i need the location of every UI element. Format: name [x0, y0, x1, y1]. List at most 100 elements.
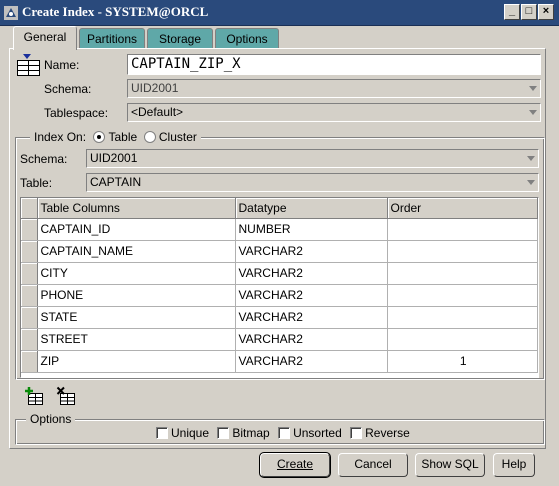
add-column-icon[interactable]: [24, 386, 44, 406]
datatype-cell: VARCHAR2: [235, 350, 388, 373]
title-bar[interactable]: Create Index - SYSTEM@ORCL _ □ ×: [0, 0, 559, 26]
chevron-down-icon: [529, 86, 537, 91]
row-header[interactable]: [21, 284, 38, 307]
row-header[interactable]: [21, 218, 38, 241]
row-header[interactable]: [21, 262, 38, 285]
column-header-order[interactable]: Order: [387, 198, 538, 219]
tab-options[interactable]: Options: [215, 28, 279, 49]
unique-checkbox[interactable]: Unique: [156, 426, 209, 440]
order-cell[interactable]: 1: [387, 350, 538, 373]
cancel-button-label: Cancel: [354, 457, 392, 471]
column-name-cell: CITY: [37, 262, 236, 285]
table-row[interactable]: CAPTAIN_ID NUMBER: [21, 218, 538, 241]
remove-column-icon[interactable]: [56, 386, 76, 406]
order-cell[interactable]: [387, 284, 538, 307]
chevron-down-icon: [527, 180, 535, 185]
column-name-cell: PHONE: [37, 284, 236, 307]
table-value: CAPTAIN: [90, 175, 142, 189]
column-name-cell: STREET: [37, 328, 236, 351]
datatype-cell: VARCHAR2: [235, 306, 388, 329]
tab-general[interactable]: General: [13, 26, 77, 50]
column-header-table-columns[interactable]: Table Columns: [37, 198, 236, 219]
index-icon: [17, 54, 40, 76]
table-row[interactable]: STREET VARCHAR2: [21, 328, 538, 351]
cancel-button[interactable]: Cancel: [338, 453, 408, 477]
close-button[interactable]: ×: [538, 4, 554, 20]
help-button[interactable]: Help: [493, 453, 535, 477]
tab-storage-label: Storage: [158, 32, 202, 46]
schema-select[interactable]: UID2001: [127, 79, 541, 98]
tab-options-label: Options: [226, 32, 268, 46]
row-header[interactable]: [21, 306, 38, 329]
row-header[interactable]: [21, 350, 38, 373]
order-cell[interactable]: [387, 240, 538, 263]
row-header[interactable]: [21, 328, 38, 351]
reverse-checkbox-box[interactable]: [350, 427, 363, 439]
show-sql-button[interactable]: Show SQL: [415, 453, 485, 477]
schema-value: UID2001: [131, 81, 179, 95]
table-row[interactable]: CITY VARCHAR2: [21, 262, 538, 285]
bitmap-checkbox-box[interactable]: [217, 427, 230, 439]
order-cell[interactable]: [387, 306, 538, 329]
radio-cluster[interactable]: [143, 131, 156, 143]
minimize-button[interactable]: _: [504, 4, 520, 20]
bitmap-label: Bitmap: [232, 426, 270, 440]
radio-table[interactable]: [93, 131, 106, 143]
index-schema-select[interactable]: UID2001: [86, 149, 539, 168]
order-cell[interactable]: [387, 262, 538, 285]
row-header[interactable]: [21, 240, 38, 263]
order-cell[interactable]: [387, 328, 538, 351]
table-row[interactable]: STATE VARCHAR2: [21, 306, 538, 329]
tab-partitions-label: Partitions: [86, 32, 138, 46]
table-row[interactable]: CAPTAIN_NAME VARCHAR2: [21, 240, 538, 263]
options-label: Options: [26, 412, 76, 426]
index-on-label: Index On:: [34, 130, 87, 144]
name-field[interactable]: CAPTAIN_ZIP_X: [127, 54, 541, 75]
tab-storage[interactable]: Storage: [147, 28, 213, 49]
window-title: Create Index - SYSTEM@ORCL: [22, 4, 209, 19]
bitmap-checkbox[interactable]: Bitmap: [217, 426, 270, 440]
column-name-cell: CAPTAIN_ID: [37, 218, 236, 241]
index-schema-value: UID2001: [90, 151, 138, 165]
index-schema-label: Schema:: [20, 152, 68, 166]
table-label: Table:: [20, 176, 53, 190]
table-select[interactable]: CAPTAIN: [86, 173, 539, 192]
columns-table[interactable]: Table Columns Datatype Order CAPTAIN_ID …: [20, 197, 539, 378]
tablespace-select[interactable]: <Default>: [127, 103, 541, 122]
row-header-corner: [21, 198, 38, 219]
chevron-down-icon: [529, 110, 537, 115]
order-cell[interactable]: [387, 218, 538, 241]
maximize-button[interactable]: □: [521, 4, 537, 20]
create-button-label: Create: [276, 457, 314, 471]
datatype-cell: VARCHAR2: [235, 262, 388, 285]
tablespace-value: <Default>: [131, 105, 184, 119]
column-header-datatype[interactable]: Datatype: [235, 198, 388, 219]
chevron-down-icon: [527, 156, 535, 161]
radio-cluster-label: Cluster: [158, 130, 197, 144]
table-row[interactable]: PHONE VARCHAR2: [21, 284, 538, 307]
table-header-row: Table Columns Datatype Order: [21, 198, 538, 219]
unsorted-checkbox-box[interactable]: [278, 427, 291, 439]
datatype-cell: VARCHAR2: [235, 284, 388, 307]
tab-general-label: General: [23, 30, 67, 44]
radio-table-label: Table: [108, 130, 138, 144]
help-button-label: Help: [501, 457, 527, 471]
app-icon: [4, 6, 18, 20]
name-label: Name:: [44, 58, 80, 72]
reverse-checkbox[interactable]: Reverse: [350, 426, 410, 440]
datatype-cell: VARCHAR2: [235, 240, 388, 263]
column-name-cell: ZIP: [37, 350, 236, 373]
unique-label: Unique: [171, 426, 210, 440]
column-name-cell: CAPTAIN_NAME: [37, 240, 236, 263]
table-row[interactable]: ZIP VARCHAR2 1: [21, 350, 538, 373]
schema-label: Schema:: [44, 82, 92, 96]
unsorted-label: Unsorted: [293, 426, 342, 440]
show-sql-button-label: Show SQL: [421, 457, 479, 471]
reverse-label: Reverse: [365, 426, 410, 440]
tab-partitions[interactable]: Partitions: [79, 28, 145, 49]
unique-checkbox-box[interactable]: [156, 427, 168, 439]
tablespace-label: Tablespace:: [44, 106, 109, 120]
create-button[interactable]: Create: [259, 452, 331, 478]
column-name-cell: STATE: [37, 306, 236, 329]
unsorted-checkbox[interactable]: Unsorted: [278, 426, 342, 440]
